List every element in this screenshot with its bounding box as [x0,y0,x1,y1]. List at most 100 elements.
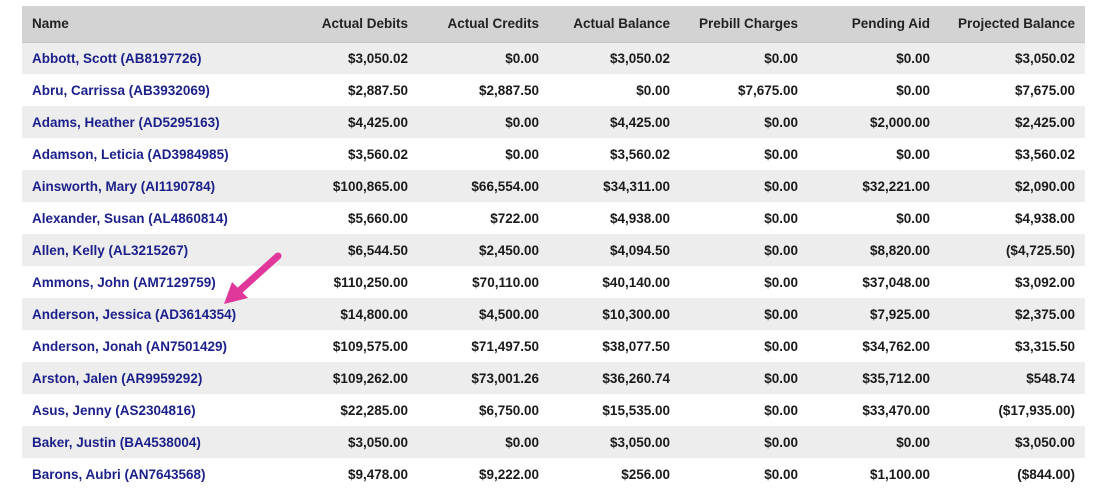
column-header-actual-debits[interactable]: Actual Debits [284,6,418,43]
actual-debits-cell: $4,425.00 [347,114,408,130]
pending-aid-cell: $2,000.00 [869,114,930,130]
actual-balance-cell: $0.00 [636,82,670,98]
pending-aid-cell: $7,925.00 [869,306,930,322]
actual-credits-cell: $0.00 [505,146,539,162]
actual-debits-cell: $9,478.00 [347,466,408,482]
student-link[interactable]: Barons, Aubri (AN7643568) [32,467,206,482]
projected-balance-cell: $3,315.50 [1014,338,1075,354]
table-row: Anderson, Jonah (AN7501429) $109,575.00 … [22,330,1085,362]
student-link[interactable]: Abbott, Scott (AB8197726) [32,51,202,66]
student-link[interactable]: Adamson, Leticia (AD3984985) [32,147,229,162]
actual-credits-cell: $2,450.00 [478,242,539,258]
table-row: Adams, Heather (AD5295163) $4,425.00 $0.… [22,106,1085,138]
actual-balance-cell: $256.00 [621,466,670,482]
projected-balance-cell: ($4,725.50) [1005,242,1075,258]
table-row: Ammons, John (AM7129759) $110,250.00 $70… [22,266,1085,298]
pending-aid-cell: $0.00 [896,50,930,66]
projected-balance-cell: $3,092.00 [1014,274,1075,290]
prebill-charges-cell: $0.00 [764,402,798,418]
actual-credits-cell: $0.00 [505,114,539,130]
column-header-prebill-charges[interactable]: Prebill Charges [680,6,808,43]
name-cell: Alexander, Susan (AL4860814) [22,202,284,234]
actual-debits-cell: $22,285.00 [340,402,408,418]
actual-balance-cell: $10,300.00 [602,306,670,322]
student-link[interactable]: Arston, Jalen (AR9959292) [32,371,202,386]
pending-aid-cell: $0.00 [896,210,930,226]
actual-credits-cell: $71,497.50 [471,338,539,354]
projected-balance-cell: $4,938.00 [1014,210,1075,226]
name-cell: Barons, Aubri (AN7643568) [22,458,284,490]
table-row: Barons, Aubri (AN7643568) $9,478.00 $9,2… [22,458,1085,490]
student-link[interactable]: Ainsworth, Mary (AI1190784) [32,179,215,194]
column-header-pending-aid[interactable]: Pending Aid [808,6,940,43]
actual-credits-cell: $0.00 [505,50,539,66]
name-cell: Baker, Justin (BA4538004) [22,426,284,458]
pending-aid-cell: $34,762.00 [862,338,930,354]
actual-debits-cell: $100,865.00 [332,178,408,194]
student-link[interactable]: Allen, Kelly (AL3215267) [32,243,188,258]
table-row: Asus, Jenny (AS2304816) $22,285.00 $6,75… [22,394,1085,426]
name-cell: Allen, Kelly (AL3215267) [22,234,284,266]
prebill-charges-cell: $0.00 [764,210,798,226]
prebill-charges-cell: $0.00 [764,466,798,482]
actual-debits-cell: $3,050.02 [347,50,408,66]
actual-credits-cell: $4,500.00 [478,306,539,322]
prebill-charges-cell: $0.00 [764,242,798,258]
pending-aid-cell: $1,100.00 [869,466,930,482]
prebill-charges-cell: $7,675.00 [737,82,798,98]
actual-debits-cell: $3,560.02 [347,146,408,162]
name-cell: Abbott, Scott (AB8197726) [22,42,284,74]
student-link[interactable]: Alexander, Susan (AL4860814) [32,211,228,226]
actual-balance-cell: $4,938.00 [609,210,670,226]
student-link[interactable]: Anderson, Jonah (AN7501429) [32,339,227,354]
name-cell: Adams, Heather (AD5295163) [22,106,284,138]
actual-balance-cell: $4,425.00 [609,114,670,130]
name-cell: Ammons, John (AM7129759) [22,266,284,298]
actual-balance-cell: $4,094.50 [609,242,670,258]
actual-credits-cell: $9,222.00 [478,466,539,482]
student-link[interactable]: Abru, Carrissa (AB3932069) [32,83,210,98]
student-accounts-table: Name Actual Debits Actual Credits Actual… [22,6,1085,490]
actual-debits-cell: $109,262.00 [332,370,408,386]
actual-debits-cell: $2,887.50 [347,82,408,98]
projected-balance-cell: ($844.00) [1017,466,1075,482]
actual-balance-cell: $34,311.00 [603,178,670,194]
student-link[interactable]: Adams, Heather (AD5295163) [32,115,220,130]
student-link[interactable]: Baker, Justin (BA4538004) [32,435,201,450]
name-cell: Anderson, Jonah (AN7501429) [22,330,284,362]
actual-credits-cell: $0.00 [505,434,539,450]
prebill-charges-cell: $0.00 [764,274,798,290]
actual-balance-cell: $36,260.74 [602,370,670,386]
actual-balance-cell: $3,050.02 [609,50,670,66]
name-cell: Adamson, Leticia (AD3984985) [22,138,284,170]
actual-balance-cell: $40,140.00 [602,274,670,290]
column-header-name[interactable]: Name [22,6,284,43]
student-link[interactable]: Anderson, Jessica (AD3614354) [32,307,236,322]
prebill-charges-cell: $0.00 [764,434,798,450]
projected-balance-cell: $2,425.00 [1014,114,1075,130]
projected-balance-cell: ($17,935.00) [998,402,1075,418]
prebill-charges-cell: $0.00 [764,178,798,194]
name-cell: Ainsworth, Mary (AI1190784) [22,170,284,202]
prebill-charges-cell: $0.00 [764,338,798,354]
column-header-actual-balance[interactable]: Actual Balance [549,6,680,43]
student-link[interactable]: Ammons, John (AM7129759) [32,275,216,290]
actual-debits-cell: $5,660.00 [347,210,408,226]
name-cell: Arston, Jalen (AR9959292) [22,362,284,394]
name-cell: Abru, Carrissa (AB3932069) [22,74,284,106]
column-header-projected-balance[interactable]: Projected Balance [940,6,1085,43]
table-row: Arston, Jalen (AR9959292) $109,262.00 $7… [22,362,1085,394]
actual-balance-cell: $3,560.02 [609,146,670,162]
student-link[interactable]: Asus, Jenny (AS2304816) [32,403,196,418]
header-row: Name Actual Debits Actual Credits Actual… [22,6,1085,43]
column-header-actual-credits[interactable]: Actual Credits [418,6,549,43]
pending-aid-cell: $0.00 [896,82,930,98]
pending-aid-cell: $0.00 [896,146,930,162]
actual-debits-cell: $110,250.00 [333,274,408,290]
table-row: Ainsworth, Mary (AI1190784) $100,865.00 … [22,170,1085,202]
actual-balance-cell: $38,077.50 [602,338,670,354]
prebill-charges-cell: $0.00 [764,50,798,66]
name-cell: Asus, Jenny (AS2304816) [22,394,284,426]
projected-balance-cell: $3,050.02 [1014,50,1075,66]
actual-credits-cell: $722.00 [490,210,539,226]
